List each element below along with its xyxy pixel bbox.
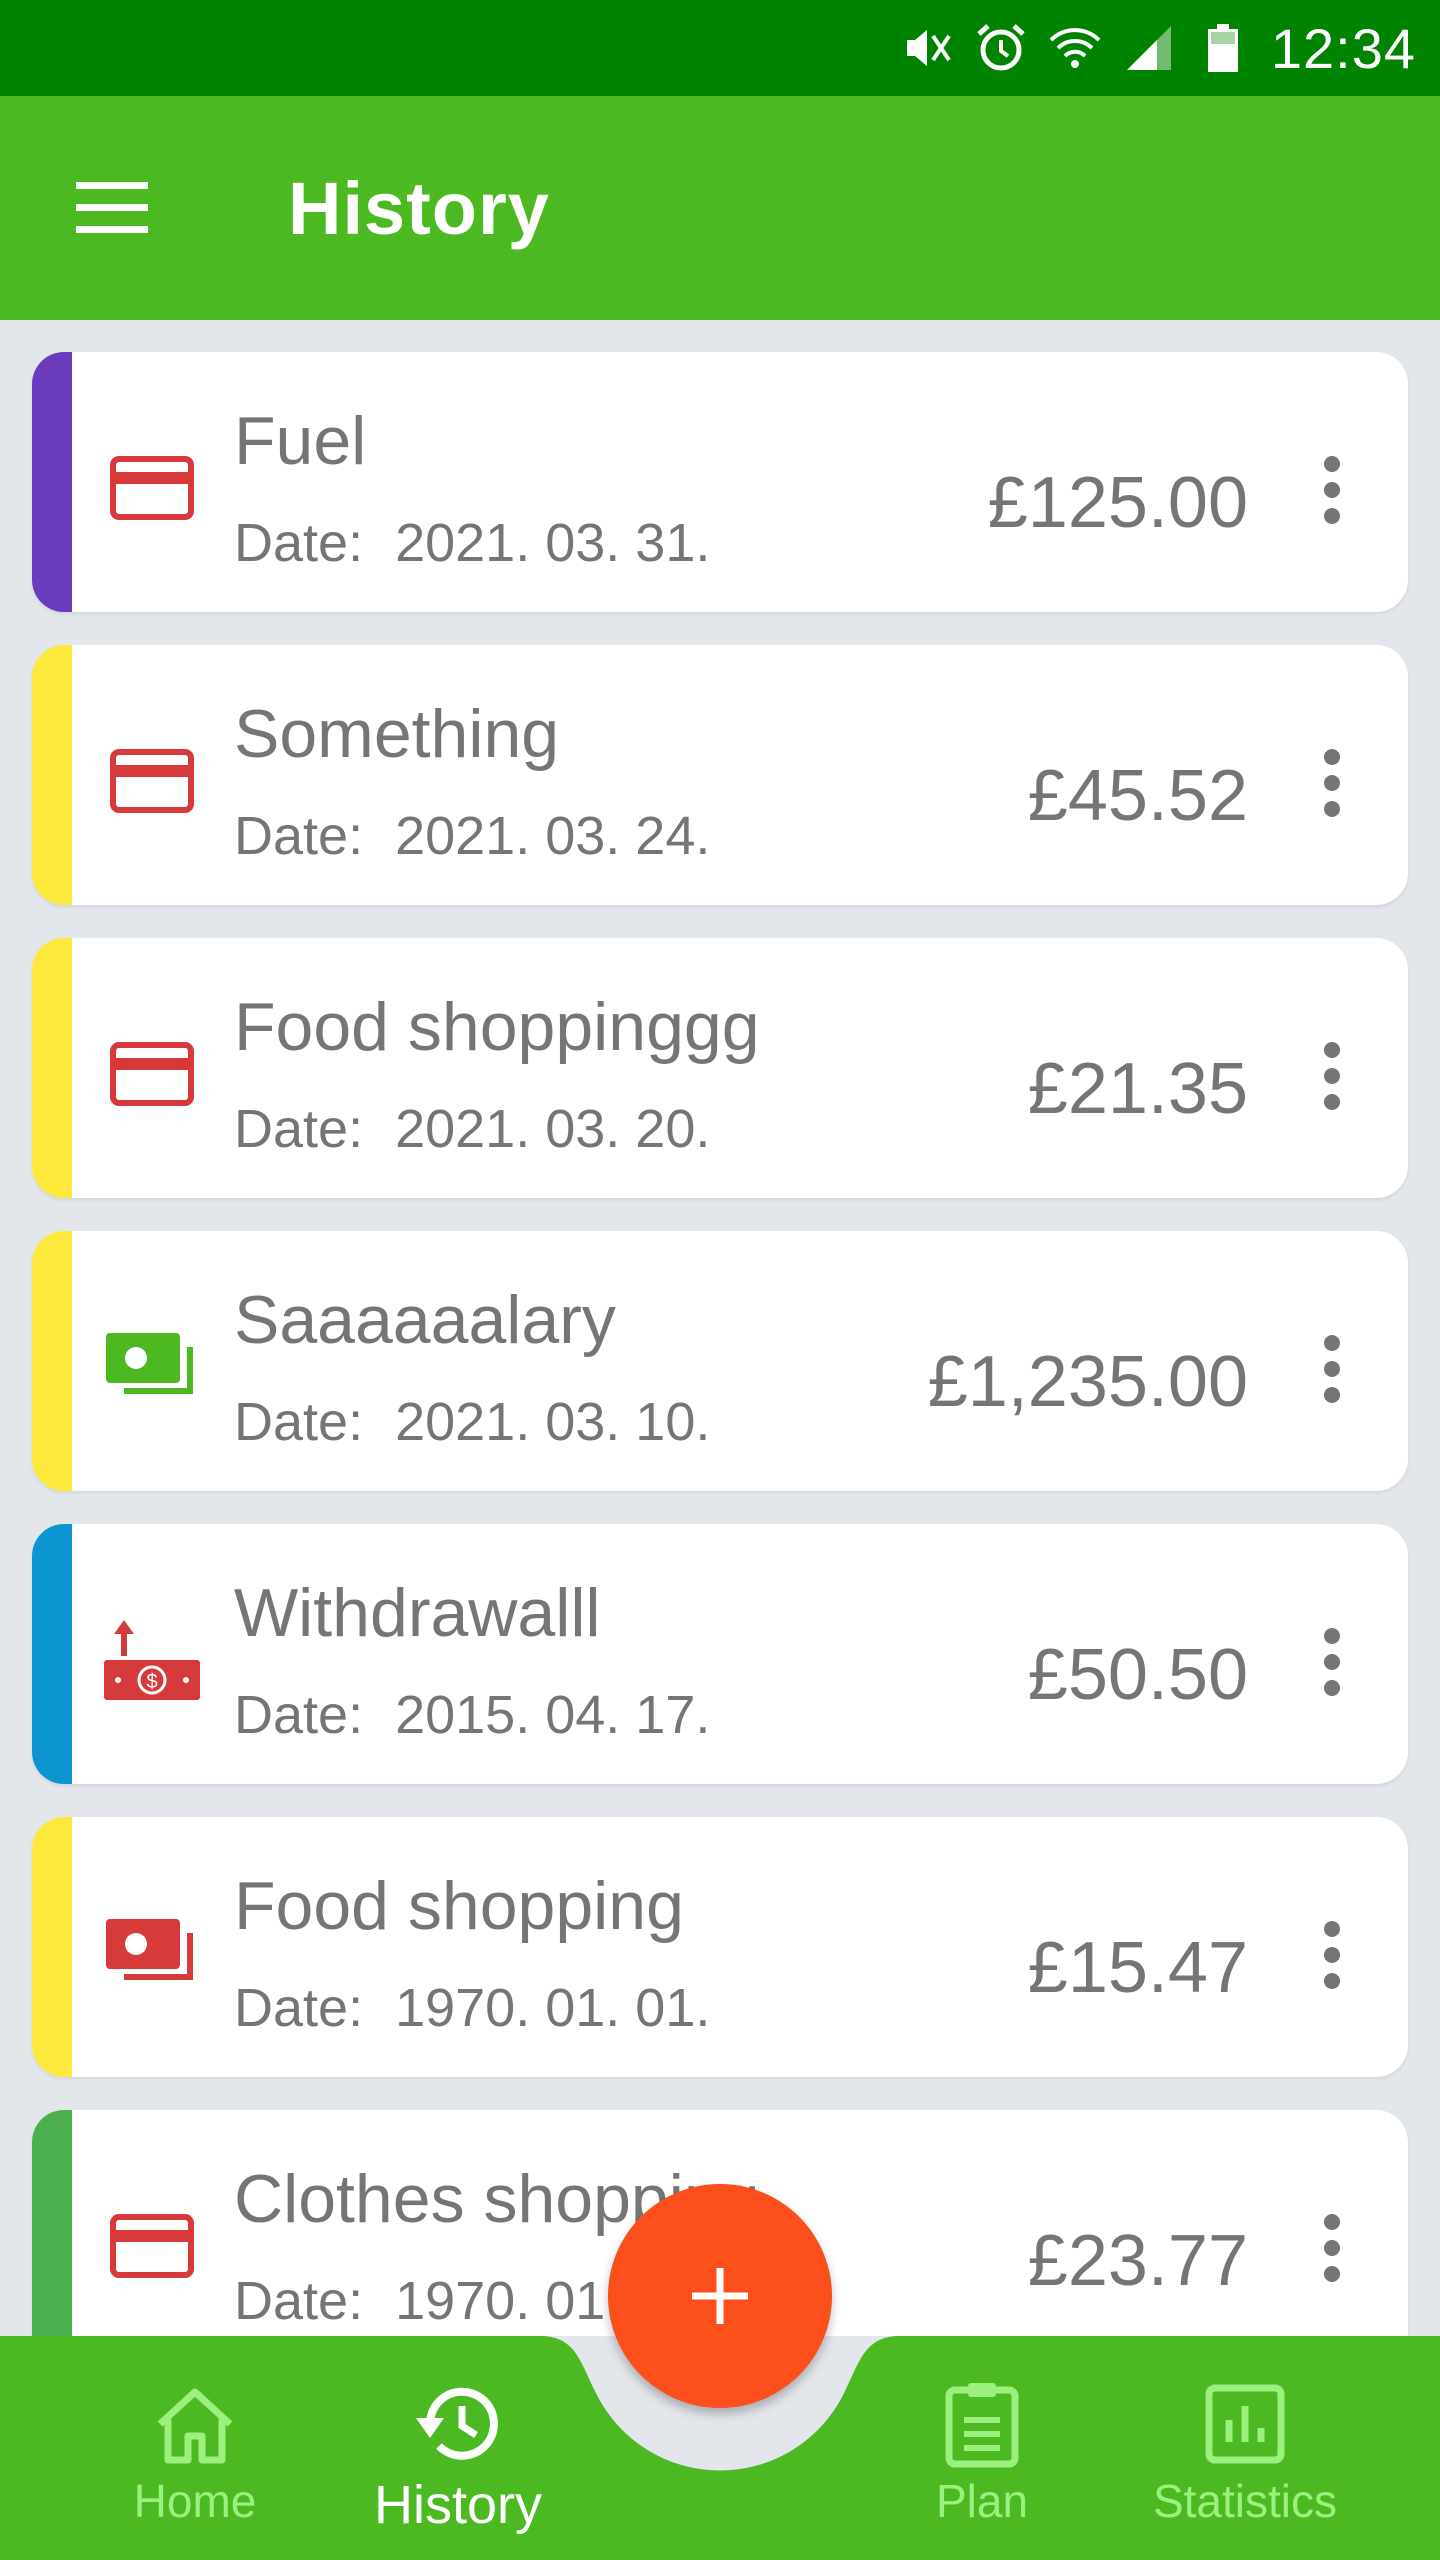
transaction-amount: £15.47 (1027, 1928, 1248, 2008)
more-options-icon[interactable] (1300, 442, 1364, 538)
nav-label: Home (133, 2475, 257, 2527)
more-options-icon[interactable] (1300, 1321, 1364, 1417)
signal-icon (1123, 22, 1175, 74)
transaction-amount: £1,235.00 (927, 1342, 1248, 1422)
transaction-card[interactable]: Fuel Date: 2021. 03. 31. £125.00 (32, 352, 1408, 612)
alarm-icon (975, 22, 1027, 74)
more-options-icon[interactable] (1300, 1028, 1364, 1124)
category-stripe (32, 1524, 72, 1784)
transaction-title: Food shopping (234, 1868, 684, 1944)
transaction-title: Withdrawalll (234, 1575, 601, 1651)
transaction-date: Date: 2021. 03. 20. (234, 1099, 711, 1159)
app-bar: History (0, 96, 1440, 320)
transaction-amount: £50.50 (1027, 1635, 1248, 1715)
transaction-amount: £21.35 (1027, 1049, 1248, 1129)
transaction-card[interactable]: Saaaaaalary Date: 2021. 03. 10. £1,235.00 (32, 1231, 1408, 1491)
transaction-title: Saaaaaalary (234, 1282, 616, 1358)
transaction-date: Date: 2021. 03. 24. (234, 806, 711, 866)
history-icon (410, 2376, 506, 2472)
category-stripe (32, 1231, 72, 1491)
nav-plan[interactable]: Plan (862, 2376, 1102, 2556)
nav-label: Plan (935, 2475, 1029, 2527)
transaction-date: Date: 1970. 01. 01. (234, 1978, 711, 2038)
more-options-icon[interactable] (1300, 1614, 1364, 1710)
battery-icon (1197, 22, 1249, 74)
category-stripe (32, 2110, 72, 2336)
nav-label: Statistics (1152, 2475, 1338, 2527)
transaction-amount: £23.77 (1027, 2221, 1248, 2301)
add-transaction-button[interactable] (608, 2184, 832, 2408)
more-options-icon[interactable] (1300, 735, 1364, 831)
more-options-icon[interactable] (1300, 2200, 1364, 2296)
nav-label: History (373, 2475, 542, 2535)
svg-text:$: $ (146, 1671, 157, 1693)
transaction-title: Something (234, 696, 560, 772)
transaction-card[interactable]: Food shoppinggg Date: 2021. 03. 20. £21.3… (32, 938, 1408, 1198)
more-options-icon[interactable] (1300, 1907, 1364, 2003)
transaction-title: Food shoppinggg (234, 989, 760, 1065)
cash-icon (104, 1917, 200, 1989)
withdraw-cash-icon: $ (104, 1620, 200, 1700)
transaction-card[interactable]: Food shopping Date: 1970. 01. 01. £15.47 (32, 1817, 1408, 2077)
category-stripe (32, 1817, 72, 2077)
hamburger-menu-icon[interactable] (56, 152, 168, 264)
cash-icon (104, 1331, 200, 1403)
transaction-amount: £45.52 (1027, 756, 1248, 836)
nav-statistics[interactable]: Statistics (1125, 2376, 1365, 2556)
category-stripe (32, 645, 72, 905)
mute-vibrate-icon (901, 22, 953, 74)
clipboard-icon (934, 2376, 1030, 2472)
transaction-card[interactable]: Something Date: 2021. 03. 24. £45.52 (32, 645, 1408, 905)
category-stripe (32, 938, 72, 1198)
transaction-list[interactable]: Fuel Date: 2021. 03. 31. £125.00 Somethin… (0, 352, 1440, 2336)
transaction-date: Date: 2021. 03. 10. (234, 1392, 711, 1452)
nav-history[interactable]: History (338, 2376, 578, 2556)
credit-card-icon (104, 452, 200, 524)
credit-card-icon (104, 745, 200, 817)
credit-card-icon (104, 1038, 200, 1110)
transaction-card[interactable]: $ Withdrawalll Date: 2015. 04. 17. £50.50 (32, 1524, 1408, 1784)
nav-home[interactable]: Home (75, 2376, 315, 2556)
clock: 12:34 (1270, 16, 1416, 80)
credit-card-icon (104, 2210, 200, 2282)
transaction-date: Date: 2021. 03. 31. (234, 513, 711, 573)
transaction-date: Date: 2015. 04. 17. (234, 1685, 711, 1745)
status-bar: 12:34 (0, 0, 1440, 96)
plus-icon (692, 2268, 748, 2324)
page-title: History (288, 166, 550, 250)
home-icon (147, 2376, 243, 2472)
transaction-amount: £125.00 (987, 463, 1248, 543)
category-stripe (32, 352, 72, 612)
wifi-icon (1049, 22, 1101, 74)
bar-chart-icon (1197, 2376, 1293, 2472)
transaction-title: Fuel (234, 403, 367, 479)
